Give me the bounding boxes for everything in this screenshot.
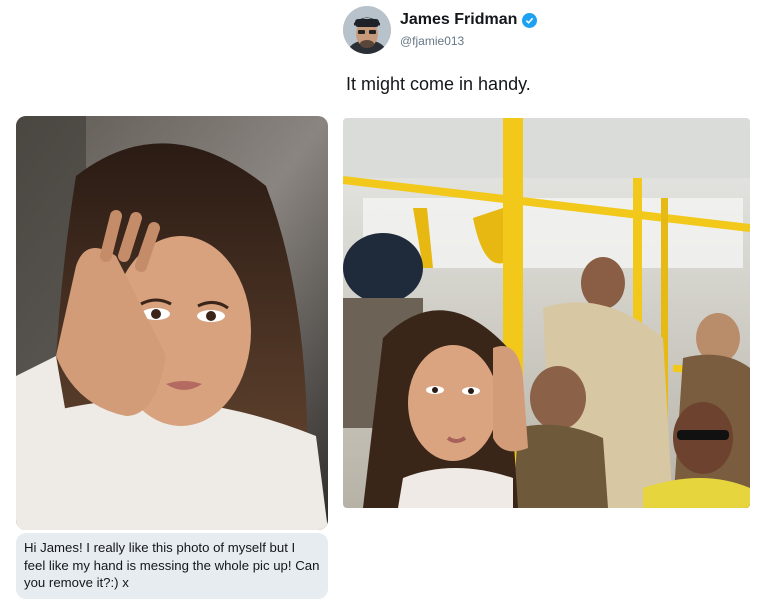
original-selfie-photo (16, 116, 328, 530)
profile-avatar[interactable] (343, 6, 391, 54)
display-name-text: James Fridman (400, 11, 518, 28)
request-message-text: Hi James! I really like this photo of my… (24, 540, 320, 590)
profile-display-name[interactable]: James Fridman (400, 11, 538, 29)
profile-handle[interactable]: @fjamie013 (400, 34, 464, 48)
verified-badge-icon (522, 12, 538, 28)
edited-bus-photo (343, 118, 750, 508)
avatar-image (343, 6, 391, 54)
request-message-bubble: Hi James! I really like this photo of my… (16, 533, 328, 599)
tweet-text: It might come in handy. (346, 74, 531, 94)
